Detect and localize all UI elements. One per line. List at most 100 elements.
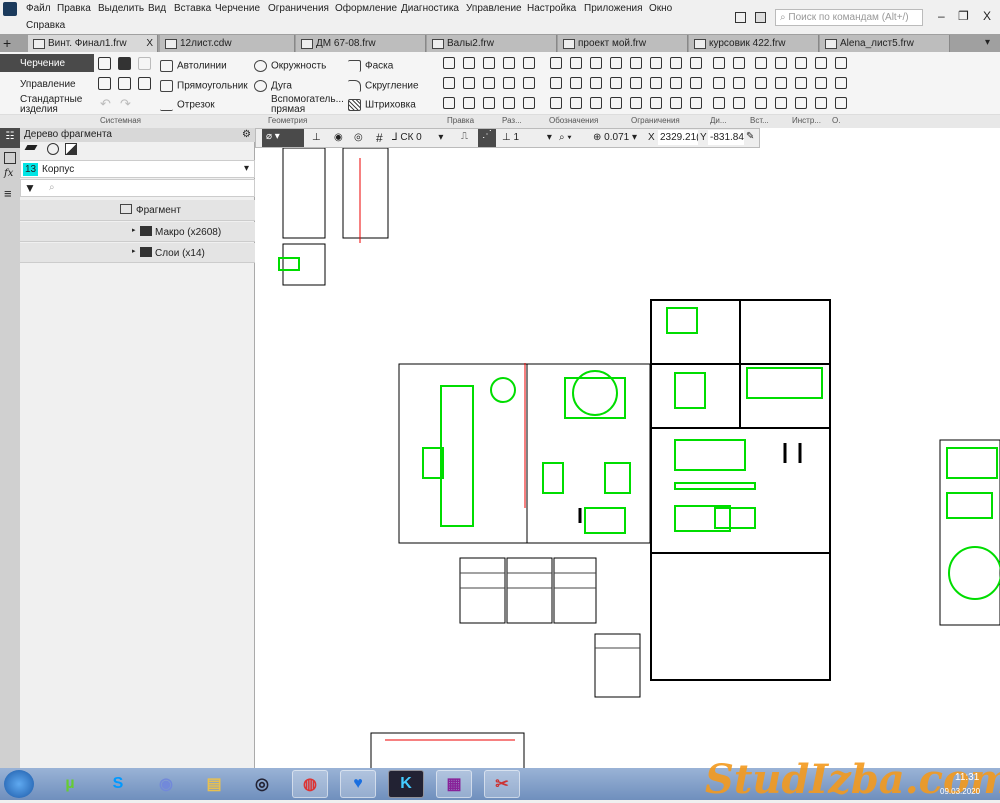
tool-icon[interactable]: [835, 77, 847, 89]
tool-icon[interactable]: [670, 57, 682, 69]
undo-icon[interactable]: ↶: [100, 96, 111, 112]
tree-item-macro[interactable]: ▸ Макро (x2608): [20, 222, 255, 242]
layers-icon[interactable]: ≡: [4, 186, 12, 201]
tool-icon[interactable]: [443, 57, 455, 69]
tool-icon[interactable]: [650, 57, 662, 69]
drawing-canvas[interactable]: [255, 128, 1000, 774]
menu-help[interactable]: Справка: [26, 20, 65, 31]
eyedropper-icon[interactable]: ✎: [746, 131, 754, 142]
tool-icon[interactable]: [733, 97, 745, 109]
hatch-button[interactable]: Штриховка: [348, 99, 416, 111]
arc-button[interactable]: Дуга: [254, 80, 292, 92]
properties-icon[interactable]: [4, 152, 16, 164]
tool-icon[interactable]: [630, 57, 642, 69]
tree-icon[interactable]: ☷: [0, 128, 20, 148]
tab-dm[interactable]: ДМ 67-08.frw: [296, 35, 426, 52]
tool-icon[interactable]: [650, 77, 662, 89]
construction-line-button[interactable]: Вспомогатель... прямая: [254, 95, 344, 115]
line-style-icon[interactable]: [24, 145, 38, 150]
minimize-button[interactable]: –: [938, 9, 945, 23]
tool-icon[interactable]: [590, 57, 602, 69]
tab-alena[interactable]: Alena_лист5.frw: [820, 35, 950, 52]
tool-icon[interactable]: [503, 57, 515, 69]
tool-icon[interactable]: [835, 57, 847, 69]
tab-kursovik[interactable]: курсовик 422.frw: [689, 35, 819, 52]
tree-item-layers[interactable]: ▸ Слои (x14): [20, 243, 255, 263]
step-select[interactable]: ⊥ 1 ▾: [502, 132, 552, 143]
discord-icon[interactable]: ◉: [148, 770, 184, 798]
panel-label-insert[interactable]: Вст...: [750, 116, 769, 125]
tool-icon[interactable]: [630, 97, 642, 109]
tool-icon[interactable]: [483, 77, 495, 89]
tabs-menu-icon[interactable]: ▾: [985, 37, 990, 48]
tool-icon[interactable]: [550, 97, 562, 109]
chamfer-button[interactable]: Фаска: [348, 60, 393, 72]
layer-select[interactable]: 13 Корпус ▾: [20, 160, 255, 178]
menu-edit[interactable]: Правка: [57, 3, 91, 14]
tool-icon[interactable]: [690, 77, 702, 89]
step-icon[interactable]: ⎍: [461, 131, 468, 142]
steam-icon[interactable]: ◎: [244, 770, 280, 798]
panel-label-di[interactable]: Ди...: [710, 116, 727, 125]
mode-drawing[interactable]: Черчение: [0, 54, 94, 72]
sheet-b[interactable]: [526, 363, 651, 544]
image-icon[interactable]: [65, 143, 77, 155]
zoom-select[interactable]: ⊕ 0.071 ▾: [593, 132, 637, 143]
tool-icon[interactable]: [755, 57, 767, 69]
expand-icon[interactable]: ▸: [132, 247, 136, 255]
tab-valy2[interactable]: Валы2.frw: [427, 35, 557, 52]
menu-constraints[interactable]: Ограничения: [268, 3, 329, 14]
chrome-icon[interactable]: ◍: [292, 770, 328, 798]
gear-icon[interactable]: ⚙: [242, 129, 251, 140]
close-tab-icon[interactable]: X: [146, 38, 153, 49]
menu-view[interactable]: Вид: [148, 3, 166, 14]
tool-icon[interactable]: [443, 77, 455, 89]
tool-icon[interactable]: [483, 57, 495, 69]
tool-icon[interactable]: [523, 97, 535, 109]
panel-label-o[interactable]: О.: [832, 116, 840, 125]
tool-icon[interactable]: [713, 57, 725, 69]
menu-settings[interactable]: Настройка: [527, 3, 576, 14]
tool-icon[interactable]: [590, 77, 602, 89]
tool-icon[interactable]: [650, 97, 662, 109]
tool-icon[interactable]: [815, 57, 827, 69]
menu-insert[interactable]: Вставка: [174, 3, 211, 14]
sheet-partial-right[interactable]: [939, 439, 1000, 626]
menu-diagnostics[interactable]: Диагностика: [401, 3, 459, 14]
geometry-icon[interactable]: [47, 143, 59, 155]
tool-icon[interactable]: [755, 77, 767, 89]
tool-icon[interactable]: [713, 77, 725, 89]
panel-label-tools[interactable]: Инстр...: [792, 116, 821, 125]
zoom-window-icon[interactable]: ⌕ ▾: [559, 132, 572, 143]
cs-select[interactable]: ⅃ СК 0 ▾: [392, 132, 443, 143]
tool-icon[interactable]: [815, 77, 827, 89]
snipping-tool-icon[interactable]: ✂: [484, 770, 520, 798]
utorrent-icon[interactable]: µ: [52, 770, 88, 798]
tool-icon[interactable]: [610, 57, 622, 69]
tool-icon[interactable]: [570, 57, 582, 69]
tab-proekt[interactable]: проект мой.frw: [558, 35, 688, 52]
ortho-icon[interactable]: ⊥: [312, 132, 321, 143]
expand-icon[interactable]: ▸: [132, 226, 136, 234]
menu-window[interactable]: Окно: [649, 3, 672, 14]
snap-button[interactable]: ⌀ ▾: [262, 129, 304, 147]
tool-icon[interactable]: [713, 97, 725, 109]
x-coordinate-field[interactable]: 2329.21(: [658, 130, 698, 145]
visibility-icon[interactable]: ◉: [334, 132, 343, 143]
autoline-button[interactable]: Автолинии: [160, 60, 227, 72]
tool-icon[interactable]: [570, 77, 582, 89]
winrar-icon[interactable]: ▦: [436, 770, 472, 798]
clock-date[interactable]: 09.03.2020: [940, 787, 980, 796]
new-icon[interactable]: [98, 57, 111, 70]
show-icon[interactable]: ◎: [354, 132, 363, 143]
tool-icon[interactable]: [463, 57, 475, 69]
filter-icon[interactable]: ▼: [24, 181, 36, 195]
tool-icon[interactable]: [630, 77, 642, 89]
menu-select[interactable]: Выделить: [98, 3, 144, 14]
tool-icon[interactable]: [775, 77, 787, 89]
tool-icon[interactable]: [443, 97, 455, 109]
table-sheet[interactable]: [594, 633, 641, 698]
tool-icon[interactable]: [670, 77, 682, 89]
skype-icon[interactable]: S: [100, 770, 136, 798]
fillet-button[interactable]: Скругление: [348, 80, 419, 92]
